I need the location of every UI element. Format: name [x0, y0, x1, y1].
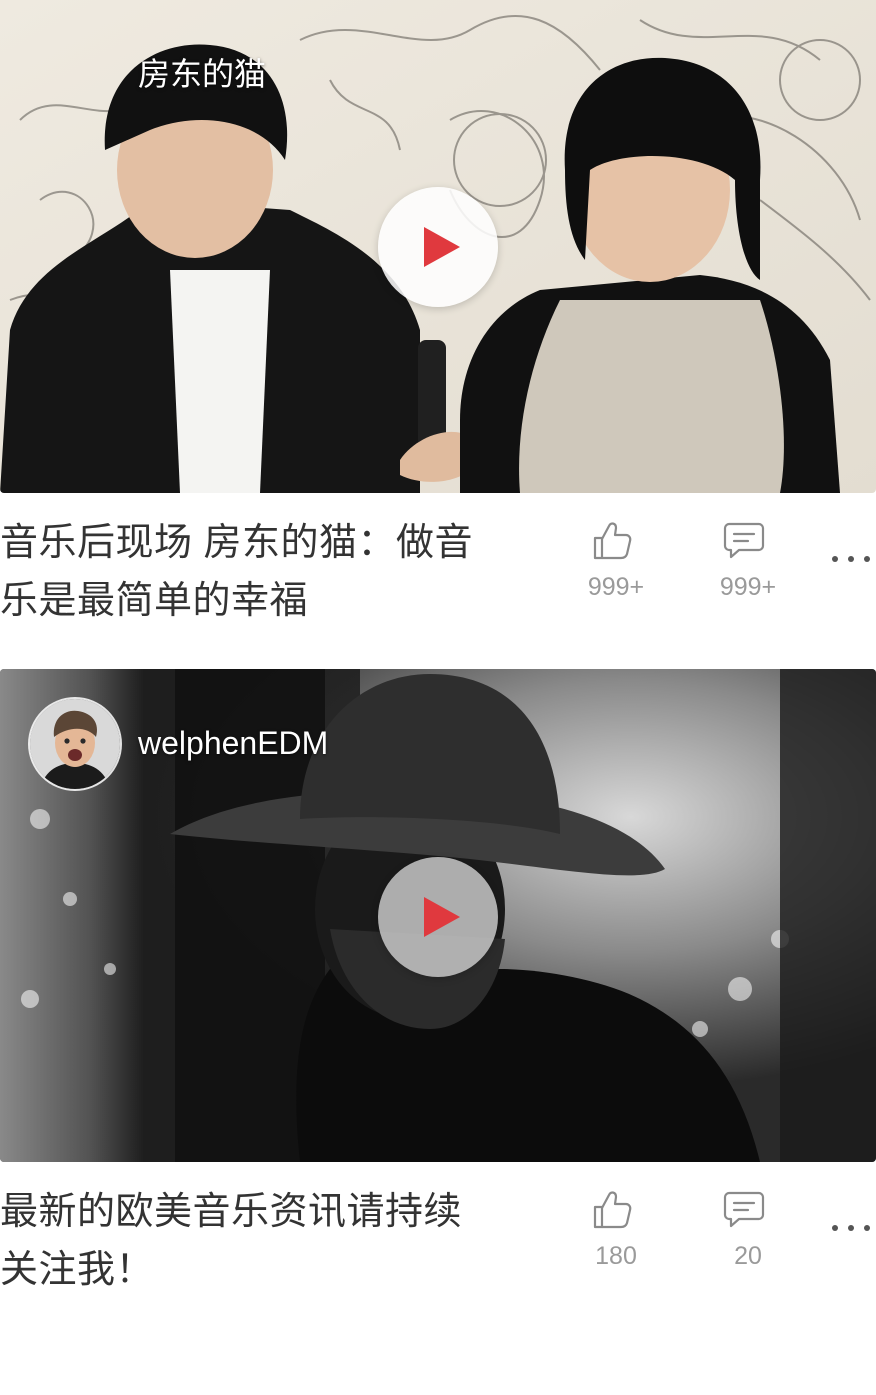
comment-icon	[723, 1189, 765, 1231]
thumbs-up-icon	[591, 1189, 633, 1231]
like-count: 180	[595, 1242, 637, 1270]
play-icon	[424, 897, 460, 937]
more-dots-icon	[848, 556, 854, 562]
avatar[interactable]	[30, 699, 120, 789]
play-button[interactable]	[378, 187, 498, 307]
video-title[interactable]: 最新的欧美音乐资讯请持续 关注我！	[0, 1183, 530, 1299]
video-card[interactable]: welphenEDM 最新的欧美音乐资讯请持续 关注我！ 180 20	[0, 669, 876, 1309]
more-dots-icon	[864, 556, 870, 562]
comment-icon	[723, 520, 765, 562]
video-thumbnail[interactable]: 房东的猫	[0, 0, 876, 493]
more-button[interactable]	[828, 1217, 876, 1241]
more-dots-icon	[848, 1225, 854, 1231]
author-name[interactable]: welphenEDM	[138, 721, 328, 765]
video-feed: 房东的猫 音乐后现场 房东的猫：做音 乐是最简单的幸福 999+ 999+ we…	[0, 0, 876, 1395]
comment-button[interactable]: 20	[688, 1189, 798, 1279]
thumbs-up-icon	[591, 520, 633, 562]
video-title[interactable]: 音乐后现场 房东的猫：做音 乐是最简单的幸福	[0, 514, 530, 630]
play-icon	[424, 227, 460, 267]
comment-button[interactable]: 999+	[688, 520, 798, 610]
video-title-line: 乐是最简单的幸福	[0, 580, 309, 622]
more-dots-icon	[832, 556, 838, 562]
video-title-line: 最新的欧美音乐资讯请持续	[0, 1191, 463, 1233]
more-dots-icon	[832, 1225, 838, 1231]
play-button[interactable]	[378, 857, 498, 977]
video-thumbnail[interactable]: welphenEDM	[0, 669, 876, 1162]
comment-count: 20	[734, 1242, 762, 1270]
comment-count: 999+	[719, 573, 777, 601]
video-title-line: 关注我！	[0, 1249, 155, 1291]
video-card[interactable]: 房东的猫 音乐后现场 房东的猫：做音 乐是最简单的幸福 999+ 999+	[0, 0, 876, 640]
like-button[interactable]: 180	[556, 1189, 666, 1279]
author-name[interactable]: 房东的猫	[138, 52, 266, 96]
more-button[interactable]	[828, 548, 876, 572]
video-title-line: 音乐后现场 房东的猫：做音	[0, 522, 474, 564]
more-dots-icon	[864, 1225, 870, 1231]
like-count: 999+	[587, 573, 645, 601]
like-button[interactable]: 999+	[556, 520, 666, 610]
